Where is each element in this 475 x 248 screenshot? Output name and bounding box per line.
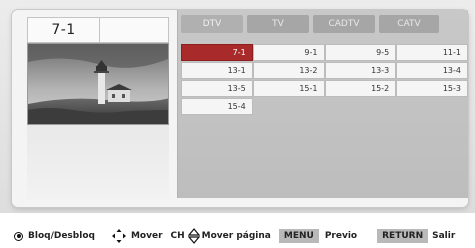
channel-grid-row: 15-4 (181, 98, 468, 115)
legend-move: Mover (111, 229, 163, 243)
channel-grid: 7-1 9-1 9-5 11-1 13-1 13-2 13-3 13-4 13-5 15-1 15-… (181, 44, 468, 116)
tv-screen: 7-1 DTV TV CADTV CATV 7-1 9-1 9-5 11-1 1… (0, 0, 475, 213)
legend-ch-label: CH (170, 231, 185, 241)
legend-lock-label: Bloq/Desbloq (28, 231, 95, 241)
channel-cell[interactable]: 9-5 (324, 44, 397, 61)
lighthouse-image (28, 44, 168, 124)
channel-cell[interactable]: 15-2 (324, 80, 397, 97)
channel-grid-row: 13-1 13-2 13-3 13-4 (181, 62, 468, 79)
channel-grid-row: 7-1 9-1 9-5 11-1 (181, 44, 468, 61)
channel-cell-empty (396, 98, 468, 115)
channel-preview-image (27, 43, 169, 125)
tab-tv[interactable]: TV (247, 15, 309, 33)
channel-cell[interactable]: 7-1 (181, 44, 253, 61)
legend-move-page: CH Mover página (171, 228, 271, 244)
legend-move-page-label: Mover página (201, 231, 271, 241)
channel-cell-empty (325, 98, 397, 115)
tab-cadtv[interactable]: CADTV (313, 15, 375, 33)
legend-move-label: Mover (130, 231, 163, 241)
channel-cell[interactable]: 13-4 (396, 62, 468, 79)
channel-updown-icon (187, 228, 200, 244)
ok-button-icon (14, 231, 23, 241)
channel-name-field (100, 18, 168, 42)
preview-reflection (27, 125, 169, 200)
key-legend: Bloq/Desbloq Mover CH Mover página MENU … (0, 225, 475, 247)
channel-cell[interactable]: 15-3 (396, 80, 468, 97)
legend-menu: MENU Previo (278, 229, 358, 243)
menu-key: MENU (278, 229, 319, 243)
legend-return-label: Salir (432, 231, 456, 241)
return-key: RETURN (377, 229, 429, 243)
tab-catv[interactable]: CATV (379, 15, 439, 33)
channel-cell[interactable]: 13-5 (181, 80, 253, 97)
channel-cell[interactable]: 13-3 (324, 62, 397, 79)
arrows-icon (111, 229, 126, 243)
channel-cell[interactable]: 11-1 (396, 44, 468, 61)
channel-cell[interactable]: 13-2 (252, 62, 325, 79)
tab-dtv[interactable]: DTV (181, 15, 243, 33)
channel-type-tabs: DTV TV CADTV CATV (181, 15, 439, 35)
channel-cell[interactable]: 9-1 (252, 44, 325, 61)
legend-lock: Bloq/Desbloq (14, 231, 95, 241)
current-channel-number: 7-1 (28, 18, 100, 42)
channel-cell[interactable]: 13-1 (181, 62, 253, 79)
legend-return: RETURN Salir (377, 229, 455, 243)
channel-cell[interactable]: 15-4 (181, 98, 253, 115)
channel-cell-empty (253, 98, 325, 115)
current-channel-box: 7-1 (27, 17, 169, 43)
channel-cell[interactable]: 15-1 (252, 80, 325, 97)
legend-menu-label: Previo (324, 231, 358, 241)
channel-grid-row: 13-5 15-1 15-2 15-3 (181, 80, 468, 97)
